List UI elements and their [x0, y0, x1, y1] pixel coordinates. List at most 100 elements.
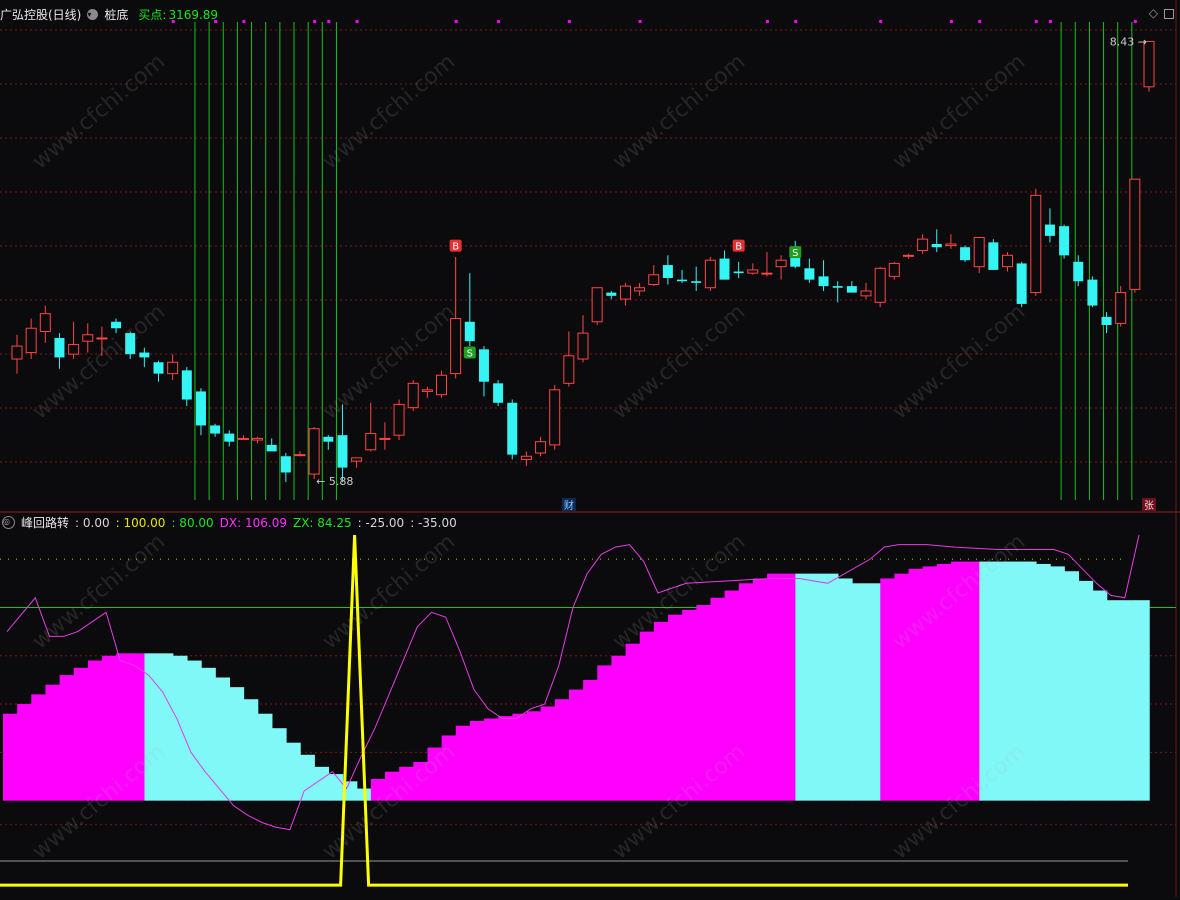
chevron-down-icon[interactable]: ▾ [87, 9, 99, 20]
histogram-bar [201, 667, 216, 801]
candle-body [195, 391, 206, 426]
signal-badge: B [732, 239, 745, 253]
event-marker-label: 张 [1144, 500, 1154, 512]
candle-body [507, 402, 518, 455]
candle [1129, 178, 1141, 293]
badge-label: S [467, 349, 473, 360]
chart-stage: B S B S ← 5.88 8.43 → 财张 www.cfchi.com www.cfchi… [0, 0, 1180, 897]
histogram-bar [554, 699, 570, 801]
indicator-value-3: DX: 106.09 [219, 515, 287, 530]
candle-body [167, 361, 179, 375]
candle-body [775, 259, 787, 268]
stock-title[interactable]: 广弘控股(日线) [0, 6, 81, 23]
event-marker-label: 财 [564, 499, 574, 512]
candle-body [1073, 261, 1084, 282]
candle-body [379, 437, 391, 440]
gear-icon[interactable]: ◎ [2, 516, 15, 529]
indicator-name[interactable]: 桩底 [104, 6, 128, 23]
candle [507, 399, 518, 460]
histogram-bar [215, 677, 230, 801]
histogram-bar [526, 711, 542, 801]
buy-point-label: 买点: [138, 8, 167, 22]
histogram-bar [271, 728, 287, 801]
candle-body [82, 334, 94, 342]
candle-body [237, 437, 249, 440]
candle-body [478, 349, 489, 382]
top-marker [949, 20, 953, 23]
candle-body [1059, 226, 1070, 256]
chart-canvas[interactable]: BSBS← 5.888.43 →财 张www.cfchi.com www.cfchi… [0, 0, 1180, 897]
signal-badge: S [789, 246, 802, 259]
histogram-bar [795, 573, 811, 801]
histogram-bar [3, 713, 18, 801]
histogram-bar [484, 718, 499, 801]
candle-body [747, 269, 759, 274]
indicator-value-6: : -35.00 [410, 515, 457, 530]
candle-body [1087, 279, 1098, 306]
indicator-header: ◎ 峰回路转 : 0.00: 100.00: 80.00 DX: 106.09 ZX… [2, 514, 457, 531]
histogram-bar [59, 675, 75, 801]
histogram-bar [1078, 580, 1094, 801]
diamond-icon[interactable]: ◇ [1149, 6, 1158, 20]
top-marker [242, 20, 246, 23]
histogram-bar [172, 655, 188, 801]
candle-body [153, 362, 164, 374]
candle-body [224, 433, 235, 442]
indicator-value-0: : 0.00 [75, 515, 110, 530]
candle-body [719, 258, 730, 280]
high-price-label: 8.43 → [1110, 35, 1147, 48]
candle-body [577, 332, 589, 360]
candle [960, 245, 971, 262]
candle-body [1044, 224, 1055, 236]
histogram-bar [781, 573, 796, 801]
candle-body [1101, 316, 1112, 326]
histogram-bar [17, 704, 32, 801]
histogram-bar [512, 713, 528, 801]
histogram-bar [866, 583, 881, 801]
histogram-bar [87, 660, 103, 801]
candle-body [407, 382, 419, 409]
indicator-values: : 0.00: 100.00: 80.00 DX: 106.09 ZX: 84.25… [75, 516, 457, 530]
indicator-title[interactable]: 峰回路转 [21, 514, 69, 531]
histogram-bar [1106, 600, 1122, 801]
histogram-bar [469, 720, 485, 801]
top-marker [1048, 20, 1052, 23]
histogram-bar [1092, 590, 1108, 801]
candle-body [804, 268, 815, 280]
candle-body [11, 345, 23, 360]
histogram-bar [823, 573, 839, 801]
histogram-bar [738, 583, 754, 801]
candle-body [54, 337, 65, 358]
candle-body [902, 254, 914, 257]
histogram-bar [668, 614, 683, 801]
candle [1087, 276, 1098, 308]
candle-body [973, 237, 985, 268]
candle-body [874, 267, 886, 303]
candle-body [818, 276, 829, 287]
candle-body [25, 327, 37, 354]
candle-body [252, 437, 264, 441]
histogram-bar [809, 573, 825, 801]
histogram-bar [583, 679, 598, 801]
candle-body [648, 274, 660, 285]
candle [1030, 188, 1042, 296]
histogram-bar [45, 684, 61, 801]
candle-body [931, 243, 942, 248]
candle-body [210, 425, 221, 434]
candle [393, 399, 405, 441]
candle-body [619, 285, 631, 300]
window-square-icon[interactable] [1164, 9, 1174, 19]
candle-body [365, 433, 377, 451]
histogram-bar [894, 573, 910, 801]
candle-body [988, 242, 999, 270]
histogram-bar [1120, 600, 1136, 801]
main-chart-header: 广弘控股(日线) ▾ 桩底 买点: 3169.89 [0, 6, 218, 23]
histogram-bar [852, 583, 867, 801]
candle-body [464, 321, 475, 342]
candle-body [591, 287, 603, 323]
candle-body [294, 454, 306, 457]
histogram-bar [328, 774, 344, 801]
histogram-bar [257, 713, 273, 801]
candle-body [945, 243, 957, 247]
histogram-bar [625, 643, 641, 801]
